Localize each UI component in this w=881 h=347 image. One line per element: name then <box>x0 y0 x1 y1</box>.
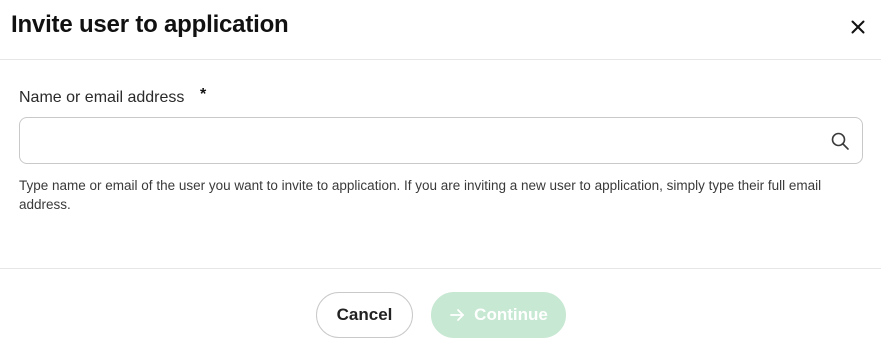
continue-button-label: Continue <box>474 305 548 324</box>
field-label: Name or email address <box>19 89 185 106</box>
cancel-button-label: Cancel <box>336 305 393 324</box>
helper-text: Type name or email of the user you want … <box>19 178 822 212</box>
continue-button[interactable]: Continue <box>431 292 566 338</box>
close-button[interactable] <box>845 14 871 40</box>
dialog-title: Invite user to application <box>11 11 289 38</box>
dialog-header: Invite user to application <box>0 0 881 60</box>
dialog-footer: Cancel Continue <box>0 268 881 347</box>
invite-user-dialog: Invite user to application Name or email… <box>0 0 881 347</box>
name-or-email-input[interactable] <box>32 118 822 163</box>
required-indicator: * <box>200 86 207 103</box>
dialog-body: Name or email address * Type name or ema… <box>0 60 881 268</box>
cancel-button[interactable]: Cancel <box>316 292 413 338</box>
close-icon <box>851 20 865 34</box>
arrow-right-icon <box>450 309 465 321</box>
search-field[interactable] <box>19 117 863 164</box>
search-icon <box>831 132 849 150</box>
